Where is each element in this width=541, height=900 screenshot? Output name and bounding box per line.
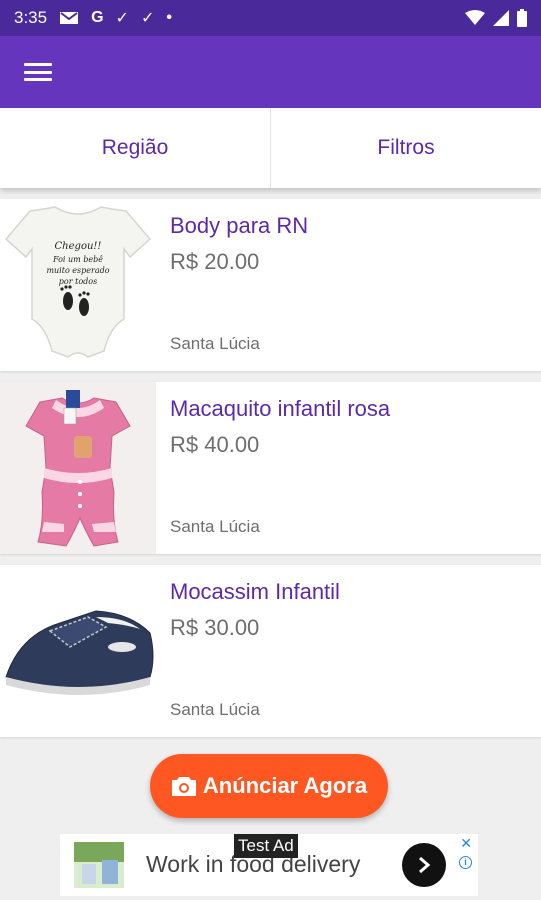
onesie-text-1: Chegou!!	[55, 241, 102, 252]
listing-card[interactable]: Chegou!! Foi um bebê muito esperado por …	[0, 199, 541, 371]
wifi-icon	[465, 10, 485, 26]
listings: Chegou!! Foi um bebê muito esperado por …	[0, 199, 541, 748]
dot-icon: •	[166, 9, 172, 26]
listing-card[interactable]: Macaquito infantil rosa R$ 40.00 Santa L…	[0, 382, 541, 554]
chevron-right-icon[interactable]	[402, 843, 446, 887]
announce-now-label: Anúnciar Agora	[202, 773, 368, 798]
mail-icon	[59, 10, 79, 26]
tab-filtros[interactable]: Filtros	[270, 108, 541, 188]
battery-icon	[517, 9, 527, 27]
announce-now-button[interactable]: Anúnciar Agora	[150, 754, 388, 818]
onesie-text-4: por todos	[59, 277, 97, 286]
baby-bodysuit-image: Chegou!! Foi um bebê muito esperado por …	[0, 199, 156, 371]
info-icon[interactable]: i	[459, 856, 472, 869]
signal-icon	[493, 10, 509, 26]
listing-info: Macaquito infantil rosa R$ 40.00 Santa L…	[170, 382, 531, 554]
listing-title: Macaquito infantil rosa	[170, 396, 391, 421]
status-bar: 3:35 G ✓ ✓ •	[0, 0, 541, 36]
listing-card[interactable]: Mocassim Infantil R$ 30.00 Santa Lúcia	[0, 565, 541, 737]
camera-icon	[171, 775, 197, 797]
listing-price: R$ 40.00	[170, 432, 260, 457]
listing-location: Santa Lúcia	[170, 517, 260, 536]
ad-thumbnail-image	[74, 842, 124, 888]
check-icon: ✓	[115, 10, 129, 27]
status-time: 3:35	[14, 8, 48, 27]
listing-info: Mocassim Infantil R$ 30.00 Santa Lúcia	[170, 565, 531, 737]
listing-location: Santa Lúcia	[170, 700, 260, 719]
listing-title: Body para RN	[170, 213, 309, 238]
check-icon: ✓	[140, 10, 155, 27]
listing-location: Santa Lúcia	[170, 334, 260, 353]
status-left: 3:35 G ✓ ✓ •	[14, 8, 172, 28]
listing-price: R$ 30.00	[170, 615, 260, 640]
baby-moccasin-image	[0, 565, 156, 737]
menu-icon[interactable]	[24, 61, 52, 83]
filter-tabs: Região Filtros	[0, 108, 541, 188]
listing-price: R$ 20.00	[170, 249, 260, 274]
status-right	[465, 9, 527, 27]
listing-title: Mocassim Infantil	[170, 579, 340, 604]
listing-info: Body para RN R$ 20.00 Santa Lúcia	[170, 199, 531, 371]
onesie-text-2: Foi um bebê	[52, 255, 103, 264]
app-bar	[0, 36, 541, 108]
google-icon: G	[91, 9, 104, 26]
tab-regiao[interactable]: Região	[0, 108, 270, 188]
test-ad-badge: Test Ad	[234, 834, 298, 858]
menu-line	[24, 78, 52, 81]
onesie-text-3: muito esperado	[46, 266, 109, 275]
close-icon[interactable]: ✕	[460, 836, 472, 850]
menu-line	[24, 63, 52, 66]
pink-romper-image	[0, 382, 156, 554]
menu-line	[24, 70, 52, 74]
